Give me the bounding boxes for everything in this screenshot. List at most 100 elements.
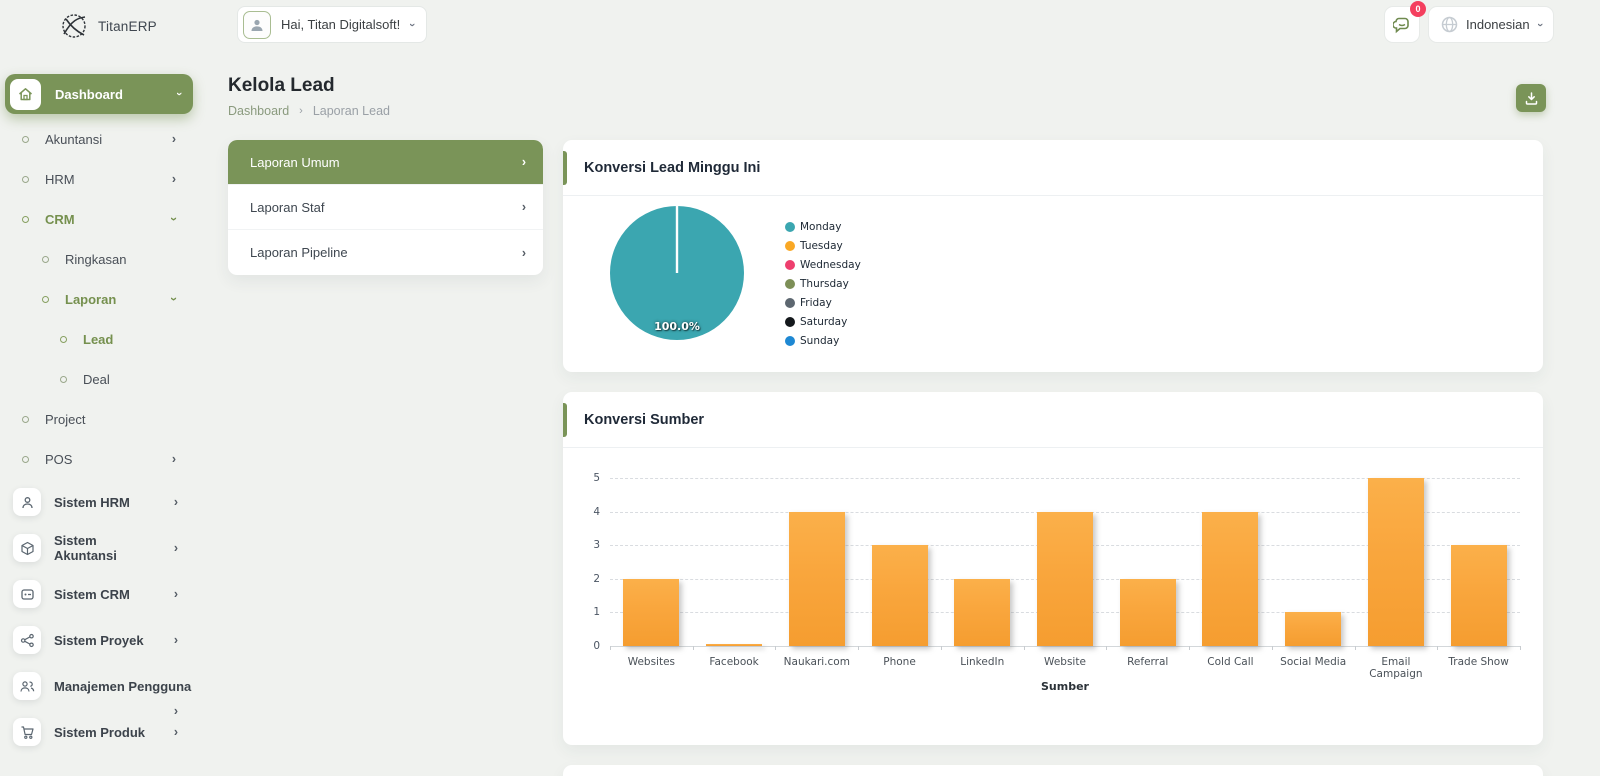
bullet-icon bbox=[22, 416, 29, 423]
x-axis-tick bbox=[1355, 646, 1356, 650]
sidebar-item-label: Akuntansi bbox=[45, 132, 102, 147]
x-axis-tick bbox=[941, 646, 942, 650]
page-title: Kelola Lead bbox=[228, 75, 335, 97]
bullet-icon bbox=[22, 216, 29, 223]
pie-slice-label: 100.0% bbox=[609, 320, 745, 333]
legend-label: Tuesday bbox=[800, 240, 843, 252]
x-axis-tick bbox=[693, 646, 694, 650]
bullet-icon bbox=[42, 256, 49, 263]
sidebar-item-manajemen-pengguna[interactable]: Manajemen Pengguna› bbox=[0, 663, 200, 709]
sidebar-item-laporan[interactable]: Laporan› bbox=[0, 279, 200, 319]
y-axis-tick-label: 2 bbox=[574, 573, 600, 585]
chevron-right-icon: › bbox=[174, 633, 178, 647]
chevron-right-icon: › bbox=[172, 452, 176, 466]
users-icon bbox=[13, 672, 41, 700]
sidebar-item-sistem-hrm[interactable]: Sistem HRM› bbox=[0, 479, 200, 525]
x-axis-category-label: Phone bbox=[858, 656, 941, 668]
legend-label: Saturday bbox=[800, 316, 847, 328]
bullet-icon bbox=[22, 456, 29, 463]
titanerp-logo-icon bbox=[58, 10, 90, 42]
sidebar-item-hrm[interactable]: HRM › bbox=[0, 159, 200, 199]
bar-chart: 543210WebsitesFacebookNaukari.comPhoneLi… bbox=[610, 478, 1520, 646]
x-axis-category-label: Referral bbox=[1106, 656, 1189, 668]
legend-swatch bbox=[785, 317, 795, 327]
sidebar-item-crm[interactable]: CRM › bbox=[0, 199, 200, 239]
sidebar-item-label: CRM bbox=[45, 212, 75, 227]
sidebar-item-project[interactable]: Project bbox=[0, 399, 200, 439]
x-axis-category-label: Facebook bbox=[693, 656, 776, 668]
app-logo[interactable]: TitanERP bbox=[58, 10, 157, 42]
sidebar-item-pos[interactable]: POS › bbox=[0, 439, 200, 479]
sidebar-item-akuntansi[interactable]: Akuntansi› bbox=[0, 119, 200, 159]
report-submenu: Laporan Umum›Laporan Staf›Laporan Pipeli… bbox=[228, 140, 543, 275]
globe-icon bbox=[1441, 16, 1458, 33]
download-button[interactable] bbox=[1516, 84, 1546, 112]
submenu-item-label: Laporan Pipeline bbox=[250, 245, 348, 260]
legend-item: Friday bbox=[785, 293, 861, 312]
bar-naukari-com bbox=[789, 512, 845, 646]
submenu-item-label: Laporan Umum bbox=[250, 155, 340, 170]
x-axis-category-label: Trade Show bbox=[1437, 656, 1520, 668]
user-icon bbox=[13, 488, 41, 516]
submenu-item-laporan-staf[interactable]: Laporan Staf › bbox=[228, 185, 543, 230]
breadcrumb: Dashboard › Laporan Lead bbox=[228, 104, 390, 118]
breadcrumb-dashboard-link[interactable]: Dashboard bbox=[228, 104, 289, 118]
sidebar-item-sistem-proyek[interactable]: Sistem Proyek › bbox=[0, 617, 200, 663]
legend-item: Monday bbox=[785, 217, 861, 236]
sidebar-item-sistem-akuntansi[interactable]: Sistem Akuntansi› bbox=[0, 525, 200, 571]
x-axis-category-label: Naukari.com bbox=[775, 656, 858, 668]
home-icon bbox=[10, 79, 41, 110]
legend-item: Tuesday bbox=[785, 236, 861, 255]
x-axis-title: Sumber bbox=[610, 680, 1520, 693]
sidebar-item-label: Deal bbox=[83, 372, 110, 387]
chevron-right-icon: › bbox=[522, 155, 526, 169]
sidebar-item-label: POS bbox=[45, 452, 72, 467]
chevron-down-icon: › bbox=[167, 217, 181, 221]
bullet-icon bbox=[42, 296, 49, 303]
x-axis-tick bbox=[1106, 646, 1107, 650]
x-axis-tick bbox=[1024, 646, 1025, 650]
card-header: Konversi Sumber bbox=[563, 392, 1543, 448]
chevron-right-icon: › bbox=[522, 200, 526, 214]
y-axis-tick-label: 5 bbox=[574, 472, 600, 484]
legend-swatch bbox=[785, 241, 795, 251]
breadcrumb-current: Laporan Lead bbox=[313, 104, 390, 118]
x-axis-tick bbox=[858, 646, 859, 650]
sidebar-item-ringkasan[interactable]: Ringkasan bbox=[0, 239, 200, 279]
bar-cold-call bbox=[1202, 512, 1258, 646]
sidebar-item-dashboard[interactable]: Dashboard › bbox=[5, 74, 193, 114]
chevron-down-icon: › bbox=[406, 23, 418, 27]
sidebar-item-deal[interactable]: Deal bbox=[0, 359, 200, 399]
sidebar-item-label: Laporan bbox=[65, 292, 116, 307]
share-icon bbox=[13, 626, 41, 654]
legend-item: Wednesday bbox=[785, 255, 861, 274]
bullet-icon bbox=[60, 336, 67, 343]
bar-phone bbox=[872, 545, 928, 646]
app-window: TitanERP Hai, Titan Digitalsoft! › 0 Ind… bbox=[0, 0, 1600, 776]
notifications-button[interactable]: 0 bbox=[1384, 6, 1420, 43]
sidebar-item-lead[interactable]: Lead bbox=[0, 319, 200, 359]
bar-social-media bbox=[1285, 612, 1341, 646]
sidebar-item-label: Sistem Produk bbox=[54, 725, 145, 740]
sidebar-item-label: Sistem Proyek bbox=[54, 633, 144, 648]
submenu-item-laporan-umum[interactable]: Laporan Umum › bbox=[228, 140, 543, 185]
bar-website bbox=[1037, 512, 1093, 646]
next-card-partial bbox=[563, 765, 1543, 776]
x-axis-category-label: Social Media bbox=[1272, 656, 1355, 668]
submenu-item-laporan-pipeline[interactable]: Laporan Pipeline › bbox=[228, 230, 543, 275]
legend-label: Sunday bbox=[800, 335, 839, 347]
x-axis-tick bbox=[1189, 646, 1190, 650]
chevron-right-icon: › bbox=[172, 172, 176, 186]
sidebar-item-label: Sistem Akuntansi bbox=[54, 533, 161, 563]
submenu-item-label: Laporan Staf bbox=[250, 200, 324, 215]
chevron-right-icon: › bbox=[522, 246, 526, 260]
bar-linkedin bbox=[954, 579, 1010, 646]
sidebar-item-sistem-crm[interactable]: Sistem CRM› bbox=[0, 571, 200, 617]
card-konversi-sumber: Konversi Sumber 543210WebsitesFacebookNa… bbox=[563, 392, 1543, 745]
language-selector[interactable]: Indonesian › bbox=[1428, 6, 1554, 43]
legend-label: Wednesday bbox=[800, 259, 861, 271]
sidebar-item-label: HRM bbox=[45, 172, 75, 187]
pie-legend: MondayTuesdayWednesdayThursdayFridaySatu… bbox=[785, 217, 861, 350]
sidebar-item-sistem-produk[interactable]: Sistem Produk› bbox=[0, 709, 200, 755]
user-menu[interactable]: Hai, Titan Digitalsoft! › bbox=[237, 6, 427, 43]
